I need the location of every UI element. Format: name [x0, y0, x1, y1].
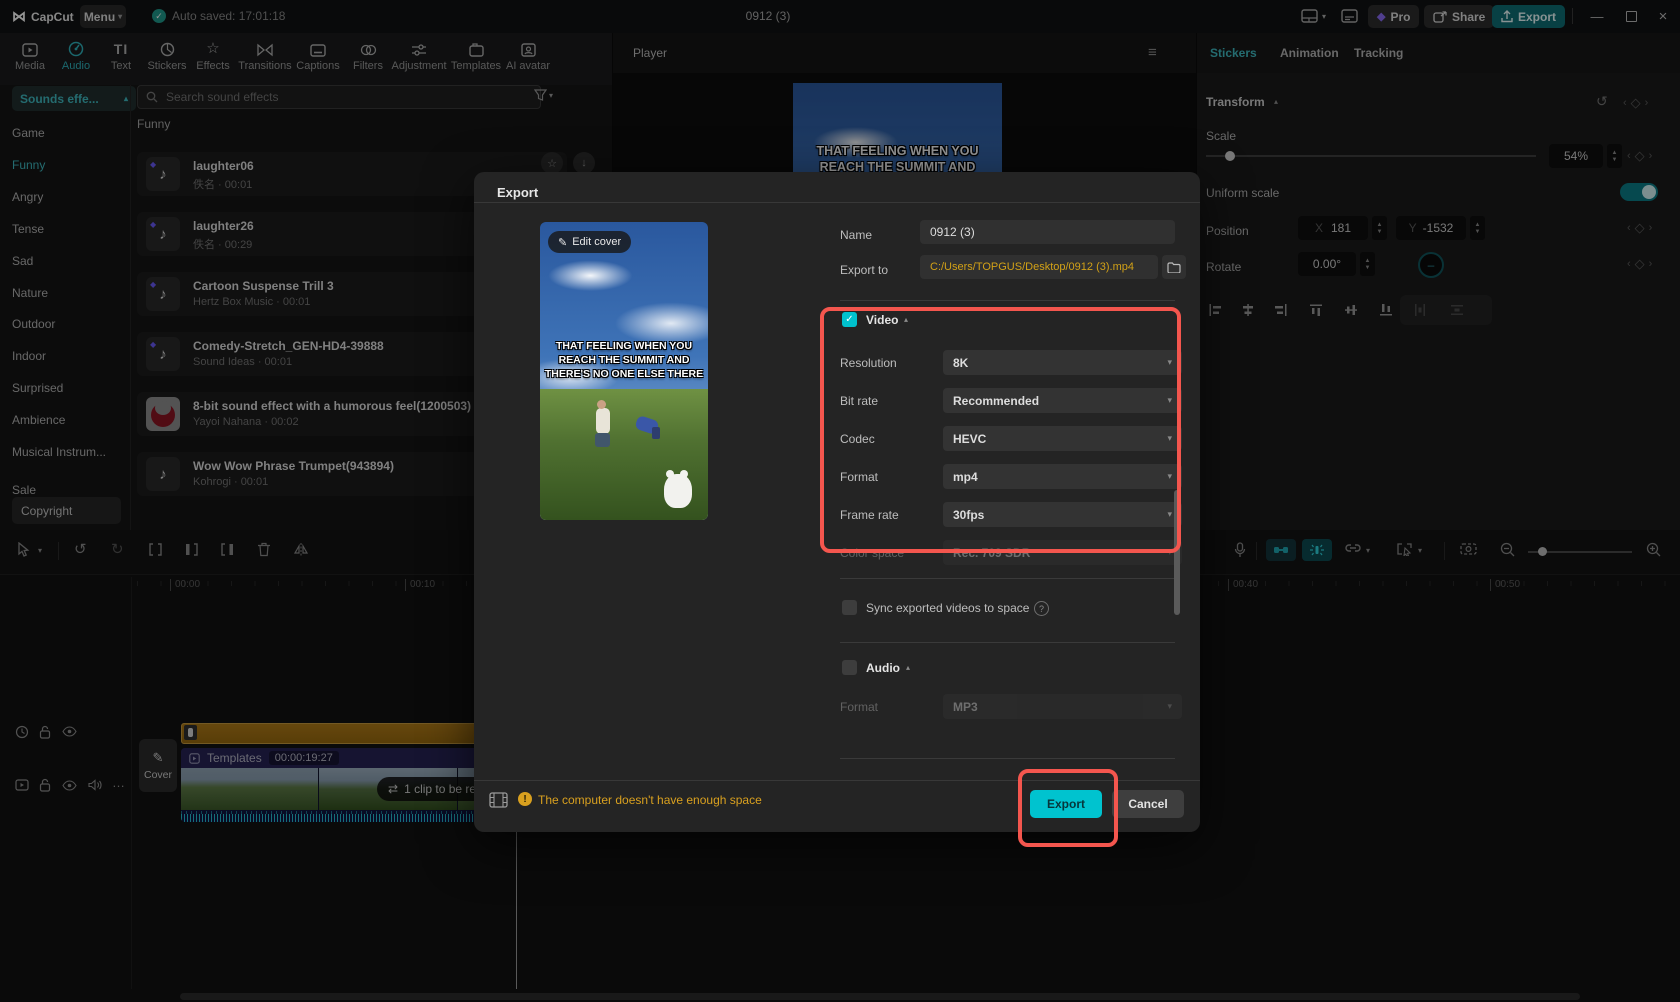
export-cover-preview: ✎ Edit cover THAT FEELING WHEN YOU REACH…: [540, 222, 708, 520]
section-divider: [840, 758, 1175, 759]
dialog-title-divider: [474, 202, 1200, 203]
folder-icon: [1167, 262, 1181, 273]
audio-collapse-icon[interactable]: ▴: [906, 663, 910, 672]
audio-format-label: Format: [840, 700, 878, 714]
annotation-video-section: [820, 307, 1181, 553]
audio-section-header[interactable]: Audio: [866, 661, 900, 675]
cover-caption-2: REACH THE SUMMIT AND: [540, 354, 708, 366]
sync-label: Sync exported videos to space: [866, 601, 1029, 615]
section-divider: [840, 642, 1175, 643]
sync-checkbox[interactable]: [842, 600, 857, 615]
pencil-icon: ✎: [558, 236, 567, 249]
bear-mascot: [664, 474, 692, 508]
name-label: Name: [840, 228, 872, 242]
hiker-figure-1: [596, 408, 610, 434]
browse-folder-button[interactable]: [1162, 255, 1186, 279]
dialog-title: Export: [497, 185, 538, 200]
audio-checkbox[interactable]: [842, 660, 857, 675]
capcut-window: ⋈ CapCut Menu ▾ ✓ Auto saved: 17:01:18 0…: [0, 0, 1680, 1002]
export-size-icon: [489, 792, 508, 808]
info-icon[interactable]: ?: [1034, 601, 1049, 616]
annotation-export-button: [1018, 769, 1118, 847]
edit-cover-button[interactable]: ✎ Edit cover: [548, 231, 631, 253]
name-input[interactable]: [920, 220, 1175, 244]
warning-message: The computer doesn't have enough space: [538, 793, 762, 807]
export-path-field[interactable]: C:/Users/TOPGUS/Desktop/0912 (3).mp4: [920, 255, 1158, 279]
audio-format-select[interactable]: MP3 ▾: [943, 694, 1182, 719]
export-to-label: Export to: [840, 263, 888, 277]
section-divider: [840, 578, 1175, 579]
hiker-head-1: [597, 400, 606, 409]
warning-icon: !: [518, 792, 532, 806]
section-divider: [840, 300, 1175, 301]
dialog-cancel-button[interactable]: Cancel: [1112, 790, 1184, 818]
hiker-shorts-1: [595, 433, 610, 447]
hiker-legs-2: [652, 427, 660, 439]
bear-ear-right: [680, 470, 688, 478]
cover-caption-3: THERE'S NO ONE ELSE THERE: [540, 368, 708, 380]
edit-cover-label: Edit cover: [572, 236, 621, 248]
chevron-down-icon: ▾: [1167, 701, 1172, 712]
cover-caption-1: THAT FEELING WHEN YOU: [540, 340, 708, 352]
audio-format-value: MP3: [953, 700, 978, 714]
bear-ear-left: [666, 470, 674, 478]
